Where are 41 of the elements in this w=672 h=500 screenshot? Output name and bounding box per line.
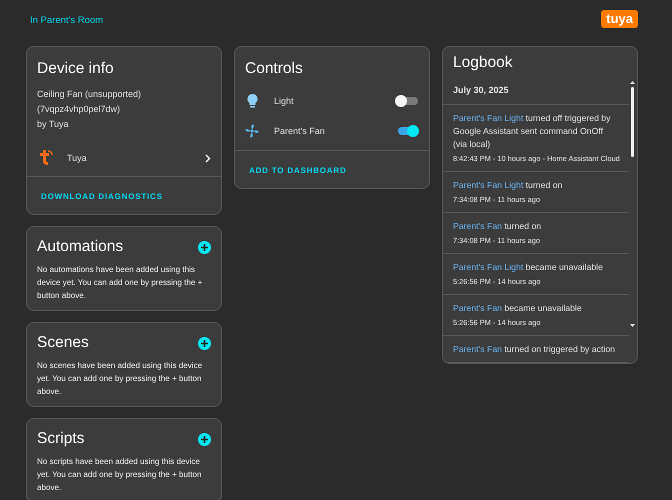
date-heading: July 30, 2025 xyxy=(443,72,629,105)
entity-link[interactable]: Parent's Fan xyxy=(453,303,502,313)
entity-link[interactable]: Parent's Fan xyxy=(453,344,502,354)
add-icon[interactable] xyxy=(198,336,211,350)
logbook-message: Parent's Fan Light turned off triggered by Google Assistant sent command OnOff (via local) xyxy=(453,112,612,151)
logbook-message: Parent's Fan turned on xyxy=(453,220,542,233)
empty-state-text: No automations have been added using this device yet. You can add one by pressing the + button above. xyxy=(37,264,204,302)
empty-state-text: No scripts have been added using this device yet. You can add one by pressing the + button above. xyxy=(37,456,202,494)
download-diagnostics-button[interactable]: DOWNLOAD DIAGNOSTICS xyxy=(41,192,163,201)
logbook-message: Parent's Fan turned on triggered by action xyxy=(453,343,616,356)
toggle-switch[interactable] xyxy=(395,94,419,108)
integration-link[interactable]: Tuya xyxy=(67,153,191,163)
entity-link[interactable]: Parent's Fan Light xyxy=(453,262,524,272)
scrollbar[interactable] xyxy=(630,81,635,327)
card-title: Scenes xyxy=(37,334,89,352)
area-link[interactable]: In Parent's Room xyxy=(26,14,104,26)
entity-link[interactable]: Parent's Fan Light xyxy=(453,113,524,123)
add-icon[interactable] xyxy=(198,432,211,446)
entity-link[interactable]: Parent's Fan Light xyxy=(453,180,524,190)
add-to-dashboard-button[interactable]: ADD TO DASHBOARD xyxy=(249,166,347,175)
entity-name[interactable]: Parent's Fan xyxy=(274,126,395,136)
device-model: Ceiling Fan (unsupported) xyxy=(37,88,142,101)
device-manufacturer: by Tuya xyxy=(37,118,70,131)
logbook-message: Parent's Fan became unavailable xyxy=(453,302,583,315)
lightbulb-icon xyxy=(246,94,258,108)
add-icon[interactable] xyxy=(198,240,211,254)
tuya-t-icon xyxy=(37,150,53,166)
card-title: Automations xyxy=(37,238,124,256)
brand-logo: tuya xyxy=(601,10,638,28)
card-title: Logbook xyxy=(452,53,514,72)
logbook-message: Parent's Fan Light became unavailable xyxy=(453,261,604,274)
chevron-right-icon[interactable] xyxy=(205,154,211,162)
card-title: Device info xyxy=(37,60,115,78)
fan-icon xyxy=(245,124,259,138)
empty-state-text: No scenes have been added using this device yet. You can add one by pressing the + button above. xyxy=(37,360,204,398)
card-title: Controls xyxy=(245,60,304,78)
card-title: Scripts xyxy=(37,430,84,448)
entity-link[interactable]: Parent's Fan xyxy=(453,221,502,231)
entity-name[interactable]: Light xyxy=(274,96,395,106)
logbook-message: Parent's Fan Light turned on xyxy=(453,179,564,192)
device-model-id: (7vqpz4vhp0pel7dw) xyxy=(37,103,122,116)
